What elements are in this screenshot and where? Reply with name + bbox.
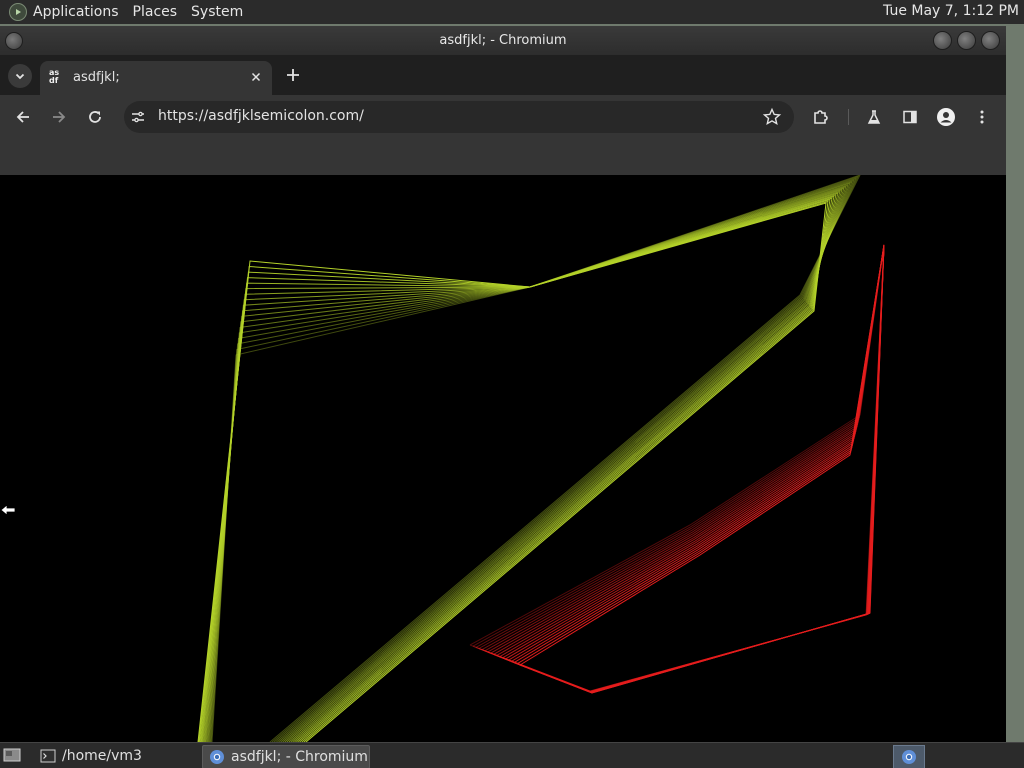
menu-system[interactable]: System: [191, 4, 243, 20]
reload-icon: [89, 111, 101, 123]
window-title: asdfjkl; - Chromium: [439, 33, 567, 48]
maximize-button[interactable]: [957, 31, 976, 50]
menu-button[interactable]: [970, 105, 994, 129]
flask-icon: [867, 110, 881, 124]
window-titlebar[interactable]: asdfjkl; - Chromium: [0, 26, 1006, 55]
profile-icon: [937, 108, 955, 126]
resize-cursor-icon: [0, 502, 16, 518]
top-panel: Applications Places System Tue May 7, 1:…: [0, 0, 1024, 24]
kebab-menu-icon: [980, 110, 984, 124]
chromium-icon: [902, 750, 916, 764]
line-art-canvas: [197, 175, 885, 742]
red-line-family: [469, 244, 885, 694]
clock[interactable]: Tue May 7, 1:12 PM: [883, 3, 1019, 19]
distro-logo-icon[interactable]: [9, 3, 27, 21]
forward-arrow-icon: [53, 111, 66, 123]
bottom-panel: /home/vm3 asdfjkl; - Chromium: [0, 742, 1024, 768]
star-icon[interactable]: [762, 107, 782, 127]
tab-close-button[interactable]: [248, 69, 264, 85]
site-favicon-icon: as df: [49, 68, 60, 85]
bookmarks-bar: [0, 139, 1006, 175]
minimize-button[interactable]: [933, 31, 952, 50]
menu-applications[interactable]: Applications: [33, 4, 119, 20]
extensions-button[interactable]: [809, 105, 833, 129]
desktop-icon: [3, 748, 21, 762]
task-label: /home/vm3: [62, 748, 142, 764]
window-menu-button[interactable]: [5, 32, 23, 50]
omnibox[interactable]: https://asdfjklsemicolon.com/: [124, 101, 794, 133]
close-window-button[interactable]: [981, 31, 1000, 50]
tune-icon[interactable]: [130, 109, 146, 125]
chromium-window: asdfjkl; - Chromium as df asdfjkl; https…: [0, 26, 1006, 742]
new-tab-button[interactable]: [282, 64, 304, 86]
plus-icon: [287, 69, 299, 81]
back-button[interactable]: [11, 105, 35, 129]
chevron-down-icon: [15, 73, 25, 80]
tab-title: asdfjkl;: [73, 70, 120, 85]
desktop: Applications Places System Tue May 7, 1:…: [0, 0, 1024, 768]
url-text[interactable]: https://asdfjklsemicolon.com/: [158, 108, 364, 124]
task-label: asdfjkl; - Chromium: [231, 749, 368, 765]
tray-chromium-button[interactable]: [893, 745, 925, 768]
reload-button[interactable]: [83, 105, 107, 129]
terminal-icon: [40, 749, 56, 763]
forward-button[interactable]: [47, 105, 71, 129]
profile-button[interactable]: [934, 105, 958, 129]
menu-places[interactable]: Places: [133, 4, 178, 20]
toolbar-separator: [848, 109, 849, 125]
puzzle-icon: [814, 110, 828, 124]
task-terminal[interactable]: /home/vm3: [34, 745, 198, 767]
tab-active[interactable]: as df asdfjkl;: [40, 61, 272, 95]
browser-toolbar: https://asdfjklsemicolon.com/: [0, 95, 1006, 139]
window-controls: [933, 31, 1000, 50]
side-panel-icon: [903, 110, 917, 124]
chromium-icon: [210, 750, 224, 764]
side-panel-button[interactable]: [898, 105, 922, 129]
tab-strip: as df asdfjkl;: [0, 55, 1006, 95]
show-desktop-button[interactable]: [3, 747, 21, 763]
close-icon: [251, 72, 261, 82]
labs-button[interactable]: [862, 105, 886, 129]
page-canvas[interactable]: [0, 175, 1006, 742]
tab-search-button[interactable]: [8, 64, 32, 88]
back-arrow-icon: [16, 111, 29, 123]
task-chromium[interactable]: asdfjkl; - Chromium: [202, 745, 370, 768]
